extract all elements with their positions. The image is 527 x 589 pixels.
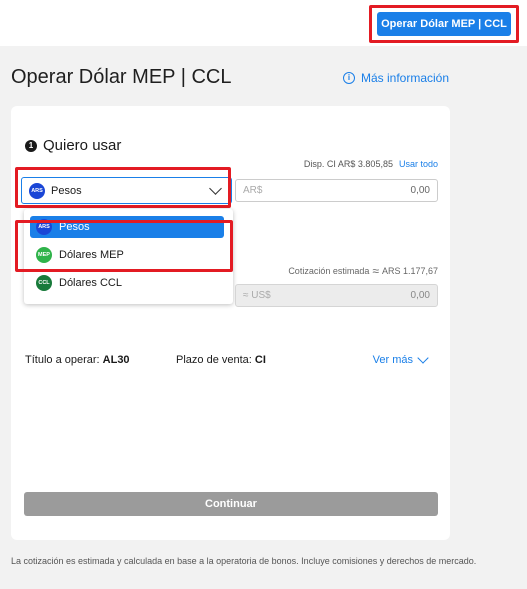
section-title-label: Quiero usar <box>43 137 122 154</box>
operate-mep-ccl-button[interactable]: Operar Dólar MEP | CCL <box>377 12 511 36</box>
output-currency-prefix: ≈ US$ <box>243 290 271 301</box>
continue-button[interactable]: Continuar <box>24 492 438 516</box>
output-amount-field: ≈ US$ 0,00 <box>235 284 438 307</box>
page-title: Operar Dólar MEP | CCL <box>11 66 232 88</box>
more-info-link[interactable]: i Más información <box>343 71 449 85</box>
term-value: CI <box>254 354 266 366</box>
estimated-rate-label: Cotización estimada <box>288 266 370 276</box>
operation-info-row: Título a operar: AL30 Plazo de venta: CI… <box>25 352 437 366</box>
use-all-link[interactable]: Usar todo <box>399 159 438 169</box>
chevron-down-icon <box>417 352 429 364</box>
bond-label: Título a operar: <box>25 354 100 366</box>
operation-card: 1 Quiero usar Disp. CI AR$ 3.805,85 Usar… <box>11 106 450 540</box>
estimated-rate-value: ARS 1.177,67 <box>381 266 438 276</box>
ccl-badge-icon: CCL <box>36 275 52 291</box>
top-bar: Operar Dólar MEP | CCL <box>0 0 527 46</box>
term-info: Plazo de venta: CI <box>176 354 373 366</box>
bond-value: AL30 <box>102 354 130 366</box>
highlight-frame-top-button: Operar Dólar MEP | CCL <box>369 5 519 43</box>
term-label: Plazo de venta: <box>176 354 252 366</box>
info-icon: i <box>343 72 355 84</box>
estimated-rate: Cotización estimada ≈ ARS 1.177,67 <box>288 264 438 278</box>
available-balance-text: Disp. CI AR$ 3.805,85 <box>303 159 393 169</box>
dropdown-option-dolares-ccl[interactable]: CCL Dólares CCL <box>30 272 224 294</box>
available-balance: Disp. CI AR$ 3.805,85 Usar todo <box>304 159 438 169</box>
highlight-frame-currency-select <box>15 167 231 208</box>
dropdown-option-label: Dólares CCL <box>59 277 122 289</box>
amount-value: 0,00 <box>410 185 430 196</box>
approx-icon: ≈ <box>372 264 379 278</box>
amount-input[interactable]: AR$ 0,00 <box>235 179 438 202</box>
footnote: La cotización es estimada y calculada en… <box>11 556 477 566</box>
output-amount-value: 0,00 <box>410 290 430 301</box>
section-title: 1 Quiero usar <box>25 137 121 154</box>
see-more-label: Ver más <box>372 354 413 366</box>
see-more-link[interactable]: Ver más <box>372 352 429 366</box>
step-number-badge: 1 <box>25 139 37 152</box>
amount-currency-prefix: AR$ <box>243 185 263 196</box>
highlight-frame-dropdown <box>15 220 233 272</box>
more-info-label: Más información <box>361 71 450 85</box>
bond-info: Título a operar: AL30 <box>25 354 176 366</box>
